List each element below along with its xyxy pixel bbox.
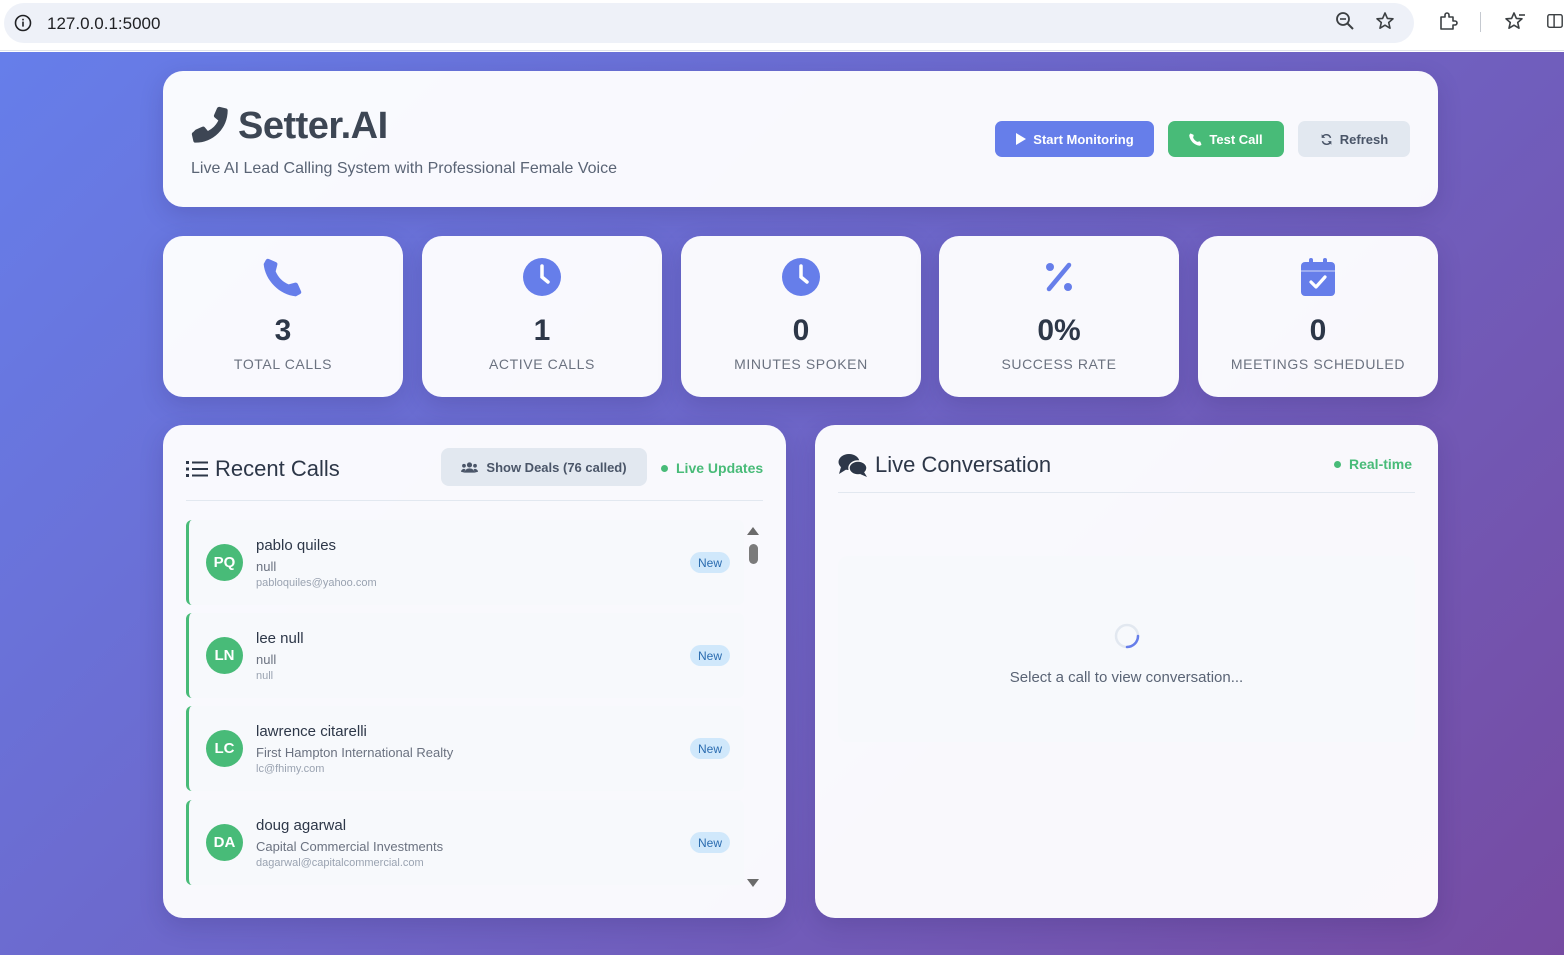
live-conversation-panel: Live Conversation Real-time Select a cal… xyxy=(815,425,1438,918)
zoom-icon[interactable] xyxy=(1334,10,1356,32)
refresh-icon xyxy=(1321,133,1332,145)
avatar: LN xyxy=(206,637,243,674)
clock-icon xyxy=(681,256,921,298)
stat-label: SUCCESS RATE xyxy=(1001,356,1117,372)
call-list-item[interactable]: LN lee null null null New xyxy=(186,613,744,698)
conversation-empty-message: Select a call to view conversation... xyxy=(1009,669,1244,686)
recent-calls-panel: Recent Calls Show Deals (76 called) Live… xyxy=(163,425,786,918)
clock-icon xyxy=(422,256,662,298)
caller-email: pabloquiles@yahoo.com xyxy=(256,577,377,589)
status-badge: New xyxy=(690,738,730,759)
phone-icon xyxy=(1189,133,1202,146)
url-text[interactable]: 127.0.0.1:5000 xyxy=(47,14,160,34)
caller-email: dagarwal@capitalcommercial.com xyxy=(256,857,424,869)
live-dot xyxy=(1334,460,1341,468)
stat-label: TOTAL CALLS xyxy=(233,356,333,372)
calendar-check-icon xyxy=(1198,256,1438,298)
status-badge: New xyxy=(690,552,730,573)
browser-toolbar: 127.0.0.1:5000 xyxy=(0,0,1564,51)
live-dot xyxy=(661,464,668,472)
brand: Setter.AI xyxy=(190,105,388,148)
show-deals-label: Show Deals (76 called) xyxy=(486,459,627,475)
live-conversation-title: Live Conversation xyxy=(838,452,1051,478)
avatar: LC xyxy=(206,730,243,767)
stat-label: MEETINGS SCHEDULED xyxy=(1230,356,1406,372)
favorites-icon[interactable] xyxy=(1504,10,1526,32)
header-card: Setter.AI Live AI Lead Calling System wi… xyxy=(163,71,1438,207)
stat-card-total-calls: 3 TOTAL CALLS xyxy=(163,236,403,397)
realtime-label: Real-time xyxy=(1349,456,1413,472)
percent-icon xyxy=(939,256,1179,298)
realtime-indicator: Real-time xyxy=(1334,456,1412,472)
stat-label: ACTIVE CALLS xyxy=(488,356,595,372)
call-list-item[interactable]: DA doug agarwal Capital Commercial Inves… xyxy=(186,800,744,885)
stat-value: 3 xyxy=(274,314,292,347)
avatar: PQ xyxy=(206,544,243,581)
recent-calls-title: Recent Calls xyxy=(186,456,340,482)
address-bar[interactable]: 127.0.0.1:5000 xyxy=(4,3,1414,43)
call-list-item[interactable]: LC lawrence citarelli First Hampton Inte… xyxy=(186,706,744,791)
list-icon xyxy=(186,461,208,477)
scrollbar-thumb[interactable] xyxy=(749,544,758,564)
stat-value: 0 xyxy=(792,314,810,347)
caller-company: First Hampton International Realty xyxy=(256,745,454,760)
stat-card-active-calls: 1 ACTIVE CALLS xyxy=(422,236,662,397)
test-call-label: Test Call xyxy=(1209,131,1263,147)
play-icon xyxy=(1016,133,1027,145)
page-subtitle: Live AI Lead Calling System with Profess… xyxy=(191,160,617,177)
status-badge: New xyxy=(690,645,730,666)
scroll-down-icon[interactable] xyxy=(746,877,760,889)
caller-company: Capital Commercial Investments xyxy=(256,839,444,854)
extensions-icon[interactable] xyxy=(1437,10,1459,32)
stat-value: 0% xyxy=(1037,314,1081,347)
panel-divider xyxy=(186,500,763,501)
caller-company: null xyxy=(256,652,277,667)
panel-divider xyxy=(838,492,1415,493)
stat-card-success-rate: 0% SUCCESS RATE xyxy=(939,236,1179,397)
bookmark-star-icon[interactable] xyxy=(1374,10,1396,32)
live-conversation-heading: Live Conversation xyxy=(875,452,1052,477)
stat-label: MINUTES SPOKEN xyxy=(734,356,868,372)
avatar: DA xyxy=(206,824,243,861)
start-monitoring-button[interactable]: Start Monitoring xyxy=(995,121,1154,157)
refresh-button[interactable]: Refresh xyxy=(1298,121,1410,157)
users-icon xyxy=(461,461,479,473)
scroll-up-icon[interactable] xyxy=(746,525,760,537)
stat-value: 1 xyxy=(533,314,551,347)
split-screen-icon[interactable] xyxy=(1546,10,1564,32)
call-list-scrollbar[interactable] xyxy=(746,525,760,891)
phone-icon xyxy=(190,105,228,148)
caller-name: pablo quiles xyxy=(256,537,337,554)
toolbar-divider xyxy=(1480,12,1481,32)
start-monitoring-label: Start Monitoring xyxy=(1033,131,1134,147)
stat-card-minutes-spoken: 0 MINUTES SPOKEN xyxy=(681,236,921,397)
call-list: PQ pablo quiles null pabloquiles@yahoo.c… xyxy=(186,520,744,895)
stat-card-meetings-scheduled: 0 MEETINGS SCHEDULED xyxy=(1198,236,1438,397)
comments-icon xyxy=(838,454,868,477)
phone-icon xyxy=(163,256,403,298)
status-badge: New xyxy=(690,832,730,853)
caller-email: null xyxy=(256,670,274,682)
info-icon[interactable] xyxy=(13,13,33,33)
caller-name: lawrence citarelli xyxy=(256,723,367,740)
refresh-label: Refresh xyxy=(1339,131,1389,147)
recent-calls-heading: Recent Calls xyxy=(215,456,340,481)
dashboard-background: Setter.AI Live AI Lead Calling System wi… xyxy=(0,52,1564,955)
caller-email: lc@fhimy.com xyxy=(256,763,325,775)
call-list-item[interactable]: PQ pablo quiles null pabloquiles@yahoo.c… xyxy=(186,520,744,605)
live-updates-label: Live Updates xyxy=(676,460,764,476)
live-updates-indicator: Live Updates xyxy=(661,460,763,476)
show-deals-button[interactable]: Show Deals (76 called) xyxy=(441,448,647,486)
page-title: Setter.AI xyxy=(238,105,388,147)
caller-name: lee null xyxy=(256,630,304,647)
test-call-button[interactable]: Test Call xyxy=(1168,121,1284,157)
caller-company: null xyxy=(256,559,277,574)
loading-spinner-icon xyxy=(1113,622,1141,650)
caller-name: doug agarwal xyxy=(256,817,347,834)
stat-value: 0 xyxy=(1309,314,1327,347)
